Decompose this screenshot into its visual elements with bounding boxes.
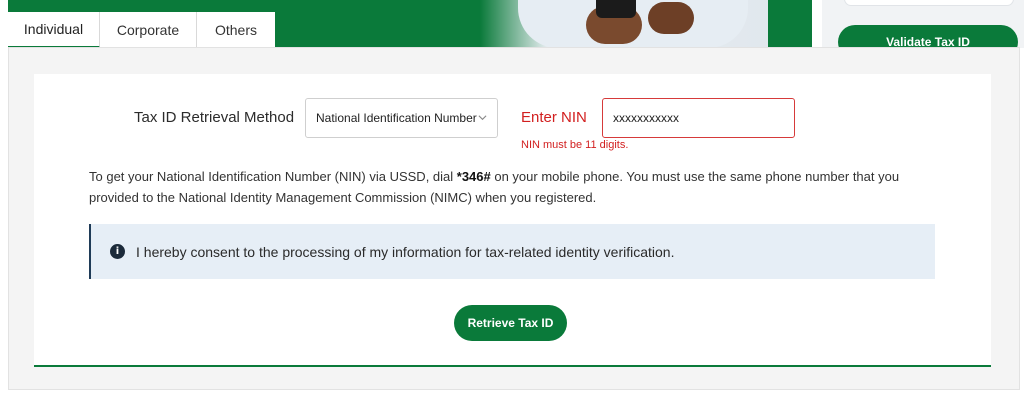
tab-individual[interactable]: Individual <box>8 12 100 48</box>
sidebar-input[interactable] <box>844 0 1014 6</box>
banner-accent-strip <box>768 0 812 48</box>
chevron-down-icon <box>478 115 487 121</box>
right-sidebar: Validate Tax ID <box>822 0 1024 59</box>
tab-corporate[interactable]: Corporate <box>100 12 197 48</box>
tax-id-retrieval-page: Individual Corporate Others Validate Tax… <box>0 0 1024 400</box>
retrieve-tax-id-button[interactable]: Retrieve Tax ID <box>454 305 567 341</box>
banner-hand-right <box>648 2 694 34</box>
info-icon: i <box>110 244 125 259</box>
retrieval-method-value: National Identification Number <box>316 111 477 125</box>
nin-label: Enter NIN <box>521 109 587 126</box>
ussd-text-before: To get your National Identification Numb… <box>89 169 457 184</box>
nin-error-message: NIN must be 11 digits. <box>521 139 629 151</box>
ussd-instructions: To get your National Identification Numb… <box>89 166 939 208</box>
banner-phone-image <box>596 0 636 18</box>
tab-others[interactable]: Others <box>197 12 275 48</box>
retrieval-method-label: Tax ID Retrieval Method <box>134 109 295 126</box>
consent-text: I hereby consent to the processing of my… <box>136 243 675 260</box>
retrieval-form-card: Tax ID Retrieval Method National Identif… <box>34 74 991 367</box>
nin-input[interactable]: xxxxxxxxxxx <box>602 98 795 138</box>
retrieval-method-select[interactable]: National Identification Number <box>305 98 498 138</box>
consent-notice: i I hereby consent to the processing of … <box>89 224 935 279</box>
main-panel: Tax ID Retrieval Method National Identif… <box>8 47 1020 390</box>
taxpayer-type-tabs: Individual Corporate Others <box>8 12 275 48</box>
ussd-code: *346# <box>456 169 491 184</box>
